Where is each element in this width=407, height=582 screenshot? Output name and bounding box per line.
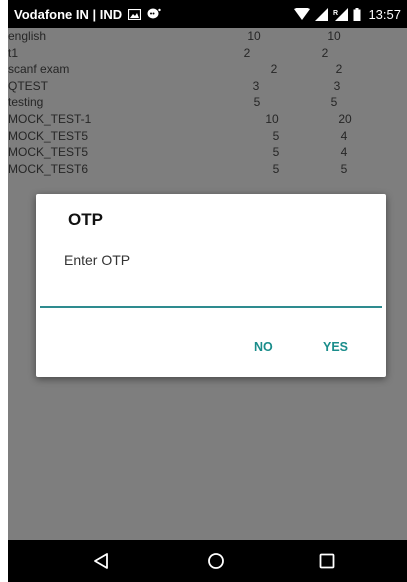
signal-icon xyxy=(315,7,329,21)
otp-input[interactable] xyxy=(40,282,382,308)
svg-text:R: R xyxy=(333,10,338,17)
wifi-icon xyxy=(294,7,311,21)
no-button[interactable]: NO xyxy=(250,338,277,356)
navigation-bar xyxy=(8,540,407,582)
dialog-title: OTP xyxy=(68,210,103,229)
yes-button[interactable]: YES xyxy=(319,338,352,356)
gallery-icon xyxy=(128,8,142,20)
dialog-message: Enter OTP xyxy=(64,252,131,268)
carrier-label: Vodafone IN | IND xyxy=(14,6,123,22)
battery-icon xyxy=(353,7,361,21)
status-bar: Vodafone IN | IND R 13:57 xyxy=(8,0,407,28)
signal-roaming-icon: R xyxy=(333,7,349,21)
back-icon[interactable] xyxy=(88,549,114,573)
otp-dialog: OTP Enter OTP NO YES xyxy=(36,194,386,377)
recents-icon[interactable] xyxy=(314,549,340,573)
home-icon[interactable] xyxy=(203,549,229,573)
messenger-icon xyxy=(147,8,161,20)
clock: 13:57 xyxy=(368,6,401,22)
